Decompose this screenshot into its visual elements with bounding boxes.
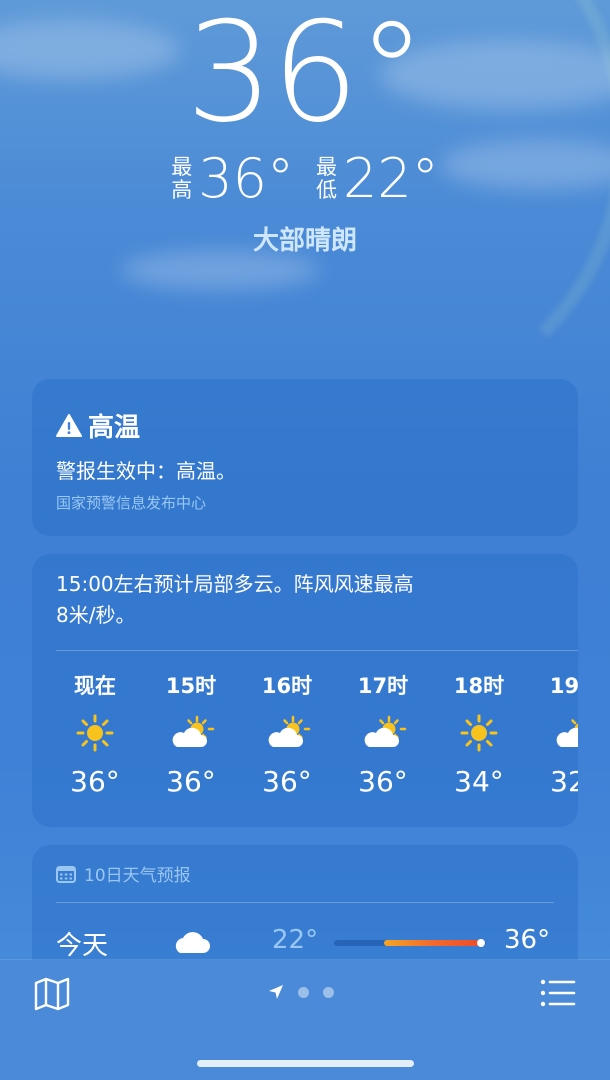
location-arrow-icon — [269, 985, 283, 999]
hourly-description: 15:00左右预计局部多云。阵风风速最高 8米/秒。 — [56, 572, 414, 627]
alert-title-text: 高温 — [88, 413, 141, 443]
sun-icon — [436, 706, 522, 760]
warning-triangle-icon — [56, 413, 82, 437]
alert-source: 国家预警信息发布中心 — [56, 494, 207, 512]
hour-item: 18时 34° — [436, 666, 522, 804]
hour-item: 现在 36° — [52, 666, 138, 804]
partly-cloudy-icon — [340, 706, 426, 760]
hourly-forecast-card[interactable]: 15:00左右预计局部多云。阵风风速最高 8米/秒。 现在 36° 15时 36… — [32, 554, 578, 827]
temperature-range-fill — [384, 940, 482, 946]
ten-day-header: 10日天气预报 — [56, 861, 191, 886]
current-temperature-dot — [477, 939, 486, 947]
partly-cloudy-icon — [532, 706, 578, 760]
list-icon[interactable] — [540, 978, 576, 1008]
hour-item: 15时 36° — [148, 666, 234, 804]
hour-item: 19时 32° — [532, 666, 578, 804]
map-icon[interactable] — [34, 977, 70, 1011]
temperature-range-bar — [334, 939, 486, 947]
calendar-icon — [56, 865, 76, 883]
high-temperature: 最 高 36° — [171, 150, 294, 208]
hourly-list[interactable]: 现在 36° 15时 36° 16时 36° 17时 36° 18时 34° 1… — [52, 666, 578, 816]
page-indicator[interactable] — [268, 984, 334, 1000]
day-high-temp: 36° — [504, 925, 551, 955]
alert-title: 高温 — [56, 407, 140, 444]
divider — [56, 902, 554, 903]
day-row-today[interactable]: 今天 22° 36° — [56, 923, 556, 963]
low-temperature: 最 低 22° — [316, 150, 439, 208]
day-name: 今天 — [56, 931, 109, 961]
hour-item: 16时 36° — [244, 666, 330, 804]
page-dot — [298, 986, 309, 998]
partly-cloudy-icon — [148, 706, 234, 760]
high-label: 最 高 — [171, 155, 193, 202]
low-label: 最 低 — [316, 155, 337, 202]
partly-cloudy-icon — [244, 706, 330, 760]
day-low-temp: 22° — [272, 925, 319, 955]
weather-condition: 大部晴朗 — [252, 226, 357, 256]
current-temperature: 36° — [185, 0, 427, 153]
cloud-icon — [175, 932, 210, 953]
bottom-toolbar — [0, 960, 610, 1080]
hour-item: 17时 36° — [340, 666, 426, 804]
high-low-temperatures: 最 高 36° 最 低 22° — [0, 150, 610, 208]
home-indicator[interactable] — [197, 1060, 414, 1067]
alert-text: 警报生效中：高温。 — [56, 459, 236, 483]
page-dot — [323, 986, 334, 998]
low-value: 22° — [343, 147, 439, 210]
divider — [56, 650, 578, 651]
high-value: 36° — [198, 147, 294, 210]
alert-card[interactable]: 高温 警报生效中：高温。 国家预警信息发布中心 — [32, 379, 578, 536]
sun-icon — [52, 706, 138, 760]
